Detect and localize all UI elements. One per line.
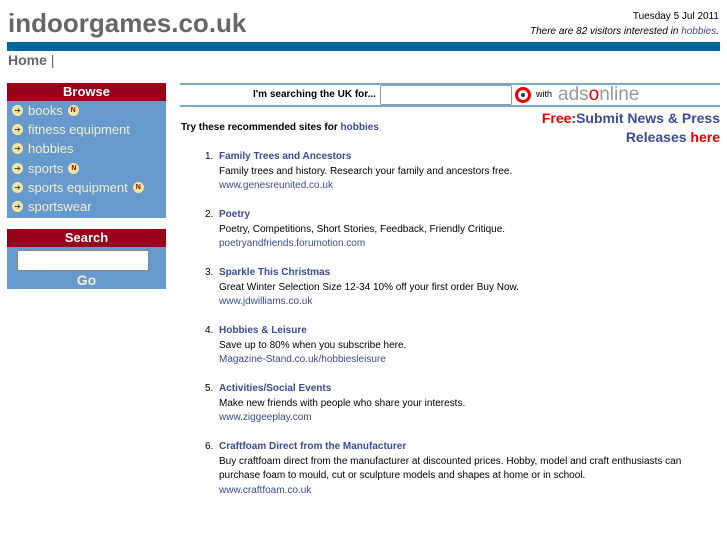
result-item: 2. Poetry Poetry, Competitions, Short Stor… xyxy=(205,208,709,252)
free-label: Free: xyxy=(541,110,577,126)
result-description: Make new friends with people who share y… xyxy=(219,397,466,409)
arrow-icon: ➔ xyxy=(12,201,23,213)
home-link[interactable]: Home xyxy=(8,52,47,68)
result-url-link[interactable]: Magazine-Stand.co.uk/hobbiesleisure xyxy=(219,353,709,368)
result-title-link[interactable]: Sparkle This Christmas xyxy=(219,266,709,281)
result-item: 4. Hobbies & Leisure Save up to 80% when y… xyxy=(205,324,709,368)
arrow-icon: ➔ xyxy=(12,105,23,117)
visitor-text: There are 82 visitors interested in xyxy=(530,26,682,37)
result-description: Great Winter Selection Size 12-34 10% of… xyxy=(219,281,519,293)
browse-item-label: books xyxy=(28,103,63,119)
result-title-link[interactable]: Poetry xyxy=(219,208,709,223)
site-logo[interactable]: indoorgames.co.uk xyxy=(8,8,246,39)
brand-o: o xyxy=(588,84,600,105)
recommended-heading: Try these recommended sites for hobbies xyxy=(181,122,379,133)
result-url-link[interactable]: www.genesreunited.co.uk xyxy=(219,179,709,194)
search-input[interactable] xyxy=(17,250,149,271)
submit-press-link[interactable]: Free:Submit News & Press Releases here xyxy=(520,109,720,147)
browse-item-sportswear[interactable]: ➔ sportswear xyxy=(7,197,166,216)
result-item: 3. Sparkle This Christmas Great Winter Sel… xyxy=(205,266,709,310)
result-number: 3. xyxy=(205,267,214,278)
result-title-link[interactable]: Craftfoam Direct from the Manufacturer xyxy=(219,440,709,455)
try-text: Try these recommended sites for xyxy=(181,122,341,133)
header-bar xyxy=(7,42,720,51)
search-box: Search Go xyxy=(7,229,166,289)
browse-item-label: sports equipment xyxy=(28,179,128,195)
result-url-link[interactable]: www.ziggeeplay.com xyxy=(219,411,709,426)
with-label: with xyxy=(536,89,553,99)
arrow-icon: ➔ xyxy=(12,181,23,193)
browse-item-sports[interactable]: ➔ sports N xyxy=(7,159,166,178)
browse-item-sports-equipment[interactable]: ➔ sports equipment N xyxy=(7,178,166,197)
result-item: 1. Family Trees and Ancestors Family trees… xyxy=(205,150,709,194)
visitor-count: There are 82 visitors interested in hobb… xyxy=(530,26,719,37)
result-description: Family trees and history. Research your … xyxy=(219,165,513,177)
result-url-link[interactable]: www.jdwilliams.co.uk xyxy=(219,295,709,310)
go-button[interactable]: Go xyxy=(7,271,166,290)
browse-box: Browse ➔ books N ➔ fitness equipment ➔ hobbies… xyxy=(7,83,166,219)
adsonline-logo[interactable]: adsonline xyxy=(558,84,639,106)
result-description: Buy craftfoam direct from the manufactur… xyxy=(219,455,682,482)
new-badge-icon: N xyxy=(132,181,144,193)
result-number: 6. xyxy=(205,441,214,452)
new-badge-icon: N xyxy=(67,105,79,117)
arrow-icon: ➔ xyxy=(12,162,23,174)
date: Tuesday 5 Jul 2011 xyxy=(632,11,719,22)
ad-search-label: I'm searching the UK for... xyxy=(253,89,376,100)
breadcrumb: Home | xyxy=(8,52,54,68)
result-url-link[interactable]: www.craftfoam.co.uk xyxy=(219,484,709,499)
result-title-link[interactable]: Activities/Social Events xyxy=(219,382,709,397)
search-radio-button[interactable] xyxy=(515,87,531,103)
browse-item-label: hobbies xyxy=(28,141,74,157)
try-hobbies-link[interactable]: hobbies xyxy=(341,122,379,133)
new-badge-icon: N xyxy=(68,162,80,174)
result-description: Save up to 80% when you subscribe here. xyxy=(219,339,407,351)
browse-item-label: sportswear xyxy=(28,199,92,215)
result-number: 1. xyxy=(205,151,214,162)
result-title-link[interactable]: Family Trees and Ancestors xyxy=(219,150,709,165)
browse-item-books[interactable]: ➔ books N xyxy=(7,101,166,120)
browse-item-fitness-equipment[interactable]: ➔ fitness equipment xyxy=(7,120,166,139)
result-title-link[interactable]: Hobbies & Leisure xyxy=(219,324,709,339)
result-description: Poetry, Competitions, Short Stories, Fee… xyxy=(219,223,506,235)
result-item: 5. Activities/Social Events Make new frien… xyxy=(205,382,709,426)
browse-item-label: fitness equipment xyxy=(28,122,130,138)
result-url-link[interactable]: poetryandfriends.forumotion.com xyxy=(219,237,709,252)
brand-b: nline xyxy=(599,84,640,105)
visitor-hobbies-link[interactable]: hobbies xyxy=(681,26,716,37)
arrow-icon: ➔ xyxy=(12,124,23,136)
browse-item-label: sports xyxy=(28,160,64,176)
browse-item-hobbies[interactable]: ➔ hobbies xyxy=(7,139,166,158)
browse-title: Browse xyxy=(7,83,166,101)
arrow-icon: ➔ xyxy=(12,143,23,155)
brand-a: ads xyxy=(558,84,589,105)
result-number: 2. xyxy=(205,209,214,220)
search-title: Search xyxy=(7,229,166,247)
separator: | xyxy=(50,52,55,68)
here-link[interactable]: here xyxy=(690,129,720,145)
result-item: 6. Craftfoam Direct from the Manufacturer… xyxy=(205,440,709,498)
result-number: 4. xyxy=(205,325,214,336)
visitor-end: . xyxy=(716,26,719,37)
ad-search-input[interactable] xyxy=(380,85,512,105)
ad-search-bar: I'm searching the UK for... with adsonli… xyxy=(180,83,720,107)
result-number: 5. xyxy=(205,383,214,394)
